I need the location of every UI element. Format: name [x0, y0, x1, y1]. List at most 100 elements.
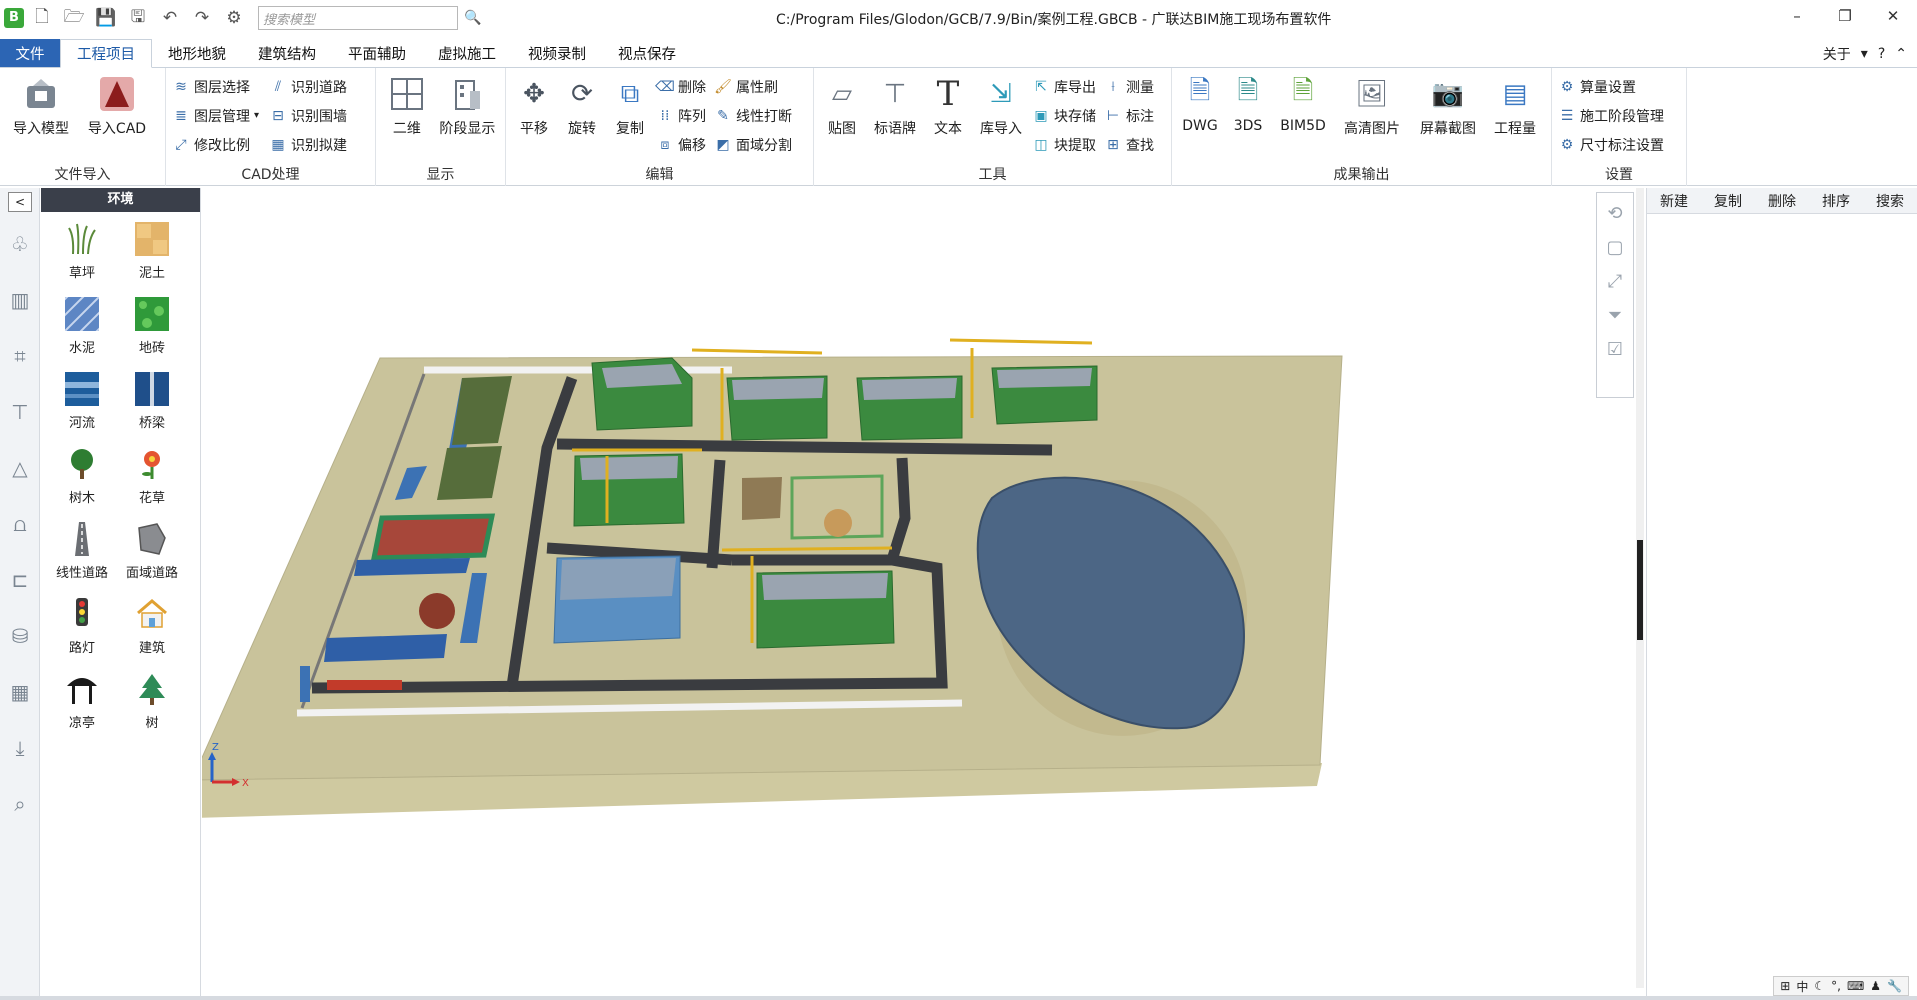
- chevron-down-icon[interactable]: ▾: [1861, 46, 1868, 62]
- axis-arrows-icon: [208, 752, 240, 786]
- tab-virtual-construction[interactable]: 虚拟施工: [422, 39, 512, 67]
- search-icon[interactable]: 🔍: [462, 6, 484, 30]
- minimize-button[interactable]: –: [1773, 0, 1821, 32]
- tab-plane-aid[interactable]: 平面辅助: [332, 39, 422, 67]
- structure-category-icon[interactable]: ⌗: [0, 328, 40, 384]
- settings-icon[interactable]: ⚙: [220, 4, 248, 32]
- annotate-button[interactable]: ⊢ 标注: [1104, 103, 1154, 128]
- tab-video-record[interactable]: 视频录制: [512, 39, 602, 67]
- tab-project[interactable]: 工程项目: [60, 39, 152, 68]
- save-as-icon[interactable]: 🖫: [124, 4, 152, 32]
- palette-item-grass[interactable]: 草坪: [47, 218, 117, 293]
- delete-item-button[interactable]: 删除: [1768, 191, 1796, 211]
- ribbon-collapse-icon[interactable]: ⌃: [1895, 46, 1907, 62]
- machine-category-icon[interactable]: ⛁: [0, 608, 40, 664]
- copy-item-button[interactable]: 复制: [1714, 191, 1742, 211]
- punctuation-icon[interactable]: °,: [1831, 979, 1841, 993]
- collapse-panel-button[interactable]: <: [8, 192, 32, 212]
- wrench-icon[interactable]: 🔧: [1887, 979, 1902, 993]
- undo-icon[interactable]: ↶: [156, 4, 184, 32]
- measure-button[interactable]: ⟊ 测量: [1104, 74, 1154, 99]
- palette-item-area-road[interactable]: 面域道路: [117, 518, 187, 593]
- calc-settings-button[interactable]: ⚙ 算量设置: [1558, 74, 1664, 99]
- delete-button[interactable]: ⌫ 删除: [655, 74, 706, 99]
- block-extract-button[interactable]: ◫ 块提取: [1032, 132, 1096, 157]
- group-output: 🗎 DWG 🗎 3DS 🗎 BIM5D 🖼 高清图片 📷 屏幕截图 ▤ 工程量 …: [1172, 68, 1552, 186]
- scrollbar-thumb[interactable]: [1637, 540, 1643, 640]
- gate-category-icon[interactable]: ⩍: [0, 496, 40, 552]
- palette-item-tree[interactable]: 树木: [47, 443, 117, 518]
- zoom-extents-icon[interactable]: ⤢: [1601, 267, 1629, 295]
- layer-select-button[interactable]: ≋ 图层选择: [172, 74, 259, 99]
- palette-item-cement[interactable]: 水泥: [47, 293, 117, 368]
- viewport-scrollbar[interactable]: [1636, 188, 1644, 988]
- new-file-icon[interactable]: 🗋: [28, 4, 56, 32]
- material-category-icon[interactable]: △: [0, 440, 40, 496]
- palette-item-floor-tile[interactable]: 地砖: [117, 293, 187, 368]
- open-folder-icon[interactable]: 🗁: [60, 4, 88, 32]
- close-button[interactable]: ✕: [1869, 0, 1917, 32]
- recognize-wall-button[interactable]: ⊟ 识别围墙: [269, 103, 347, 128]
- environment-category-icon[interactable]: ♧: [0, 216, 40, 272]
- palette-item-pine-tree[interactable]: 树: [117, 668, 187, 743]
- facility-category-icon[interactable]: ▦: [0, 664, 40, 720]
- moon-icon[interactable]: ☾: [1814, 979, 1825, 993]
- view-rotate-icon[interactable]: ⟲: [1601, 199, 1629, 227]
- area-road-icon: [138, 523, 166, 555]
- palette-item-pavilion[interactable]: 凉亭: [47, 668, 117, 743]
- modify-scale-button[interactable]: ⤢ 修改比例: [172, 132, 259, 157]
- new-button[interactable]: 新建: [1660, 191, 1688, 211]
- palette-item-bridge[interactable]: 桥梁: [117, 368, 187, 443]
- search-model-input[interactable]: 搜索模型: [258, 6, 458, 30]
- import-category-icon[interactable]: ⤓: [0, 720, 40, 776]
- filter-icon[interactable]: ⏷: [1601, 301, 1629, 329]
- sort-button[interactable]: 排序: [1822, 191, 1850, 211]
- attr-brush-button[interactable]: 🖌 属性刷: [714, 74, 792, 99]
- lib-export-button[interactable]: ⇱ 库导出: [1032, 74, 1096, 99]
- tab-terrain[interactable]: 地形地貌: [152, 39, 242, 67]
- about-menu[interactable]: 关于: [1823, 44, 1851, 64]
- palette-item-flower[interactable]: 花草: [117, 443, 187, 518]
- palette-item-linear-road[interactable]: 线性道路: [47, 518, 117, 593]
- dim-settings-button[interactable]: ⚙ 尺寸标注设置: [1558, 132, 1664, 157]
- recognize-road-button[interactable]: ⫽ 识别道路: [269, 74, 347, 99]
- sticker-icon: ▱: [832, 79, 852, 109]
- line-break-button[interactable]: ✎ 线性打断: [714, 103, 792, 128]
- area-split-button[interactable]: ◩ 面域分割: [714, 132, 792, 157]
- recognize-build-button[interactable]: ▦ 识别拟建: [269, 132, 347, 157]
- keyboard-icon[interactable]: ⌨: [1847, 979, 1864, 993]
- array-button[interactable]: ⁞⁞ 阵列: [656, 103, 706, 128]
- pipe-category-icon[interactable]: ⊏: [0, 552, 40, 608]
- restore-button[interactable]: ❐: [1821, 0, 1869, 32]
- bridge-icon: [135, 372, 169, 406]
- measure-icon: ⟊: [1111, 78, 1115, 95]
- palette-item-river[interactable]: 河流: [47, 368, 117, 443]
- 3d-viewport[interactable]: Z X: [202, 188, 1637, 1000]
- ime-logo-icon[interactable]: ⊞: [1780, 979, 1790, 993]
- save-icon[interactable]: 💾: [92, 4, 120, 32]
- search-category-icon[interactable]: ⌕: [0, 776, 40, 832]
- user-icon[interactable]: ♟: [1870, 979, 1881, 993]
- building-category-icon[interactable]: ▥: [0, 272, 40, 328]
- layer-manage-button[interactable]: ≣ 图层管理 ▾: [172, 103, 259, 128]
- checklist-icon[interactable]: ☑: [1601, 335, 1629, 363]
- view-toolbar: ⟲ ▢ ⤢ ⏷ ☑: [1596, 192, 1634, 398]
- workshop: [742, 477, 782, 520]
- tab-viewpoint-save[interactable]: 视点保存: [602, 39, 692, 67]
- redo-icon[interactable]: ↷: [188, 4, 216, 32]
- crane-category-icon[interactable]: ⊤: [0, 384, 40, 440]
- palette-item-street-light[interactable]: 路灯: [47, 593, 117, 668]
- stage-manage-button[interactable]: ☰ 施工阶段管理: [1558, 103, 1664, 128]
- offset-button[interactable]: ⧈ 偏移: [656, 132, 706, 157]
- group-tools: ▱ 贴图 ⊤ 标语牌 T 文本 ⇲ 库导入 ⇱ 库导出 ▣ 块存储 ◫ 块提取 ⟊ 测量: [814, 68, 1172, 186]
- palette-item-building[interactable]: 建筑: [117, 593, 187, 668]
- block-store-button[interactable]: ▣ 块存储: [1032, 103, 1096, 128]
- find-button[interactable]: ⊞ 查找: [1104, 132, 1154, 157]
- file-menu[interactable]: 文件: [0, 39, 60, 67]
- view-box-icon[interactable]: ▢: [1601, 233, 1629, 261]
- search-button[interactable]: 搜索: [1876, 191, 1904, 211]
- ime-language-label[interactable]: 中: [1796, 978, 1808, 995]
- tab-structure[interactable]: 建筑结构: [242, 39, 332, 67]
- help-icon[interactable]: ?: [1878, 46, 1885, 62]
- palette-item-soil[interactable]: 泥土: [117, 218, 187, 293]
